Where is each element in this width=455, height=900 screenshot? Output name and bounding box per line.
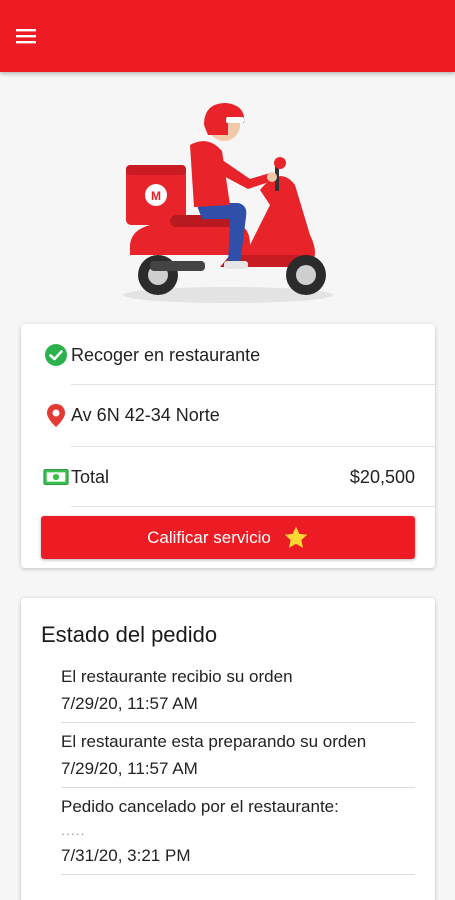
box-logo: M	[151, 189, 161, 203]
status-step-date: 7/29/20, 11:57 AM	[61, 759, 198, 778]
app-bar	[0, 0, 455, 72]
pickup-row: Recoger en restaurante	[21, 326, 435, 384]
star-icon	[283, 525, 309, 551]
rate-service-button[interactable]: Calificar servicio	[41, 516, 415, 559]
status-step-date: 7/29/20, 11:57 AM	[61, 694, 198, 713]
status-step-text: El restaurante recibio su orden	[61, 667, 293, 686]
total-label: Total	[71, 466, 110, 487]
order-summary-card: Recoger en restaurante Av 6N 42-34 Norte…	[21, 324, 435, 568]
total-amount: $20,500	[349, 466, 415, 487]
order-status-title: Estado del pedido	[41, 622, 218, 647]
delivery-scooter-illustration: M	[110, 95, 345, 310]
address-label: Av 6N 42-34 Norte	[71, 404, 220, 425]
status-step-text: El restaurante esta preparando su orden	[61, 732, 367, 751]
status-step-note: .....	[61, 822, 86, 838]
status-step-date: 7/31/20, 3:21 PM	[61, 846, 191, 865]
divider	[71, 506, 435, 507]
order-status-card: Estado del pedido El restaurante recibio…	[21, 598, 435, 900]
status-step-text: Pedido cancelado por el restaurante:	[61, 797, 339, 816]
rate-service-label: Calificar servicio	[147, 527, 271, 547]
money-icon	[43, 464, 69, 490]
status-step: El restaurante recibio su orden 7/29/20,…	[61, 658, 415, 723]
location-pin-icon	[43, 402, 69, 428]
status-step: El restaurante esta preparando su orden …	[61, 723, 415, 788]
divider	[71, 446, 435, 447]
divider	[71, 384, 435, 385]
status-steps-list: El restaurante recibio su orden 7/29/20,…	[61, 658, 415, 875]
address-row: Av 6N 42-34 Norte	[21, 386, 435, 444]
hamburger-menu-icon[interactable]	[10, 20, 42, 52]
total-row: Total $20,500	[21, 448, 435, 506]
status-step: Pedido cancelado por el restaurante: ...…	[61, 788, 415, 875]
check-circle-icon	[43, 342, 69, 368]
pickup-label: Recoger en restaurante	[71, 344, 261, 365]
